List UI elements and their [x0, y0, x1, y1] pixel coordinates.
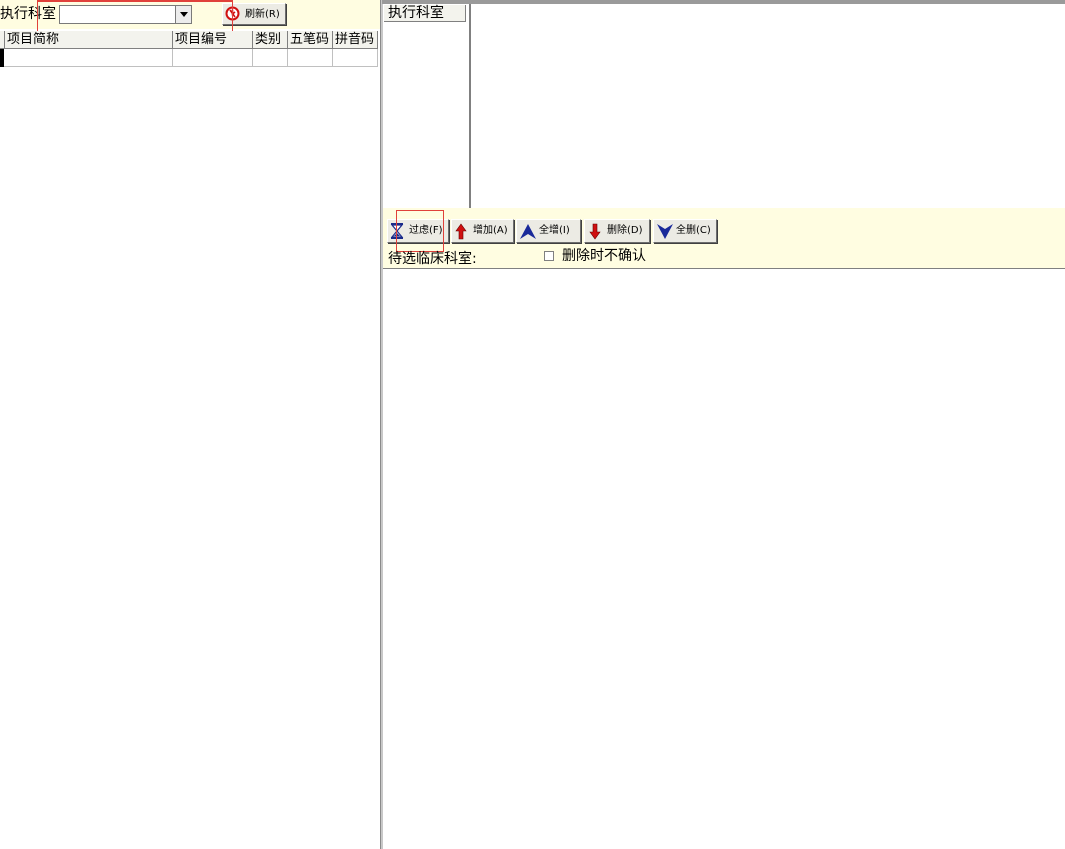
- pending-dept-label: 待选临床科室:: [388, 251, 477, 267]
- column-header-code[interactable]: 项目编号: [173, 31, 253, 49]
- add-label: 增加(A): [473, 225, 508, 236]
- arrow-up-red-icon: [455, 223, 467, 240]
- delete-label: 删除(D): [607, 225, 643, 236]
- table-cell[interactable]: [173, 49, 253, 67]
- highlight-box: [396, 210, 444, 252]
- delete-all-label: 全删(C): [676, 225, 711, 236]
- add-button[interactable]: 增加(A): [451, 219, 514, 243]
- table-cell[interactable]: [253, 49, 288, 67]
- delete-all-button[interactable]: 全删(C): [653, 219, 717, 243]
- column-header-name[interactable]: 项目简称: [5, 31, 173, 49]
- pending-clinical-dept-list[interactable]: [383, 268, 1065, 849]
- table-cell[interactable]: [288, 49, 333, 67]
- delete-button[interactable]: 删除(D): [584, 219, 650, 243]
- no-confirm-label[interactable]: 删除时不确认: [562, 248, 646, 264]
- table-cell[interactable]: [333, 49, 378, 67]
- arrow-down-double-icon: [657, 224, 673, 239]
- arrow-down-red-icon: [589, 223, 601, 240]
- arrow-up-double-icon: [520, 224, 536, 239]
- column-header-category[interactable]: 类别: [253, 31, 288, 49]
- grid-header: 项目简称 项目编号 类别 五笔码 拼音码: [0, 31, 378, 49]
- highlight-box: [37, 0, 233, 34]
- executing-dept-header: 执行科室: [384, 5, 466, 22]
- clinical-dept-panel[interactable]: [471, 4, 1065, 208]
- column-header-pinyin[interactable]: 拼音码: [333, 31, 378, 49]
- add-all-label: 全增(I): [539, 225, 570, 236]
- executing-dept-list[interactable]: [383, 4, 469, 208]
- refresh-label: 刷新(R): [245, 9, 280, 20]
- table-cell[interactable]: [4, 49, 173, 67]
- column-header-wubi[interactable]: 五笔码: [288, 31, 333, 49]
- add-all-button[interactable]: 全增(I): [516, 219, 581, 243]
- no-confirm-checkbox[interactable]: [544, 251, 554, 261]
